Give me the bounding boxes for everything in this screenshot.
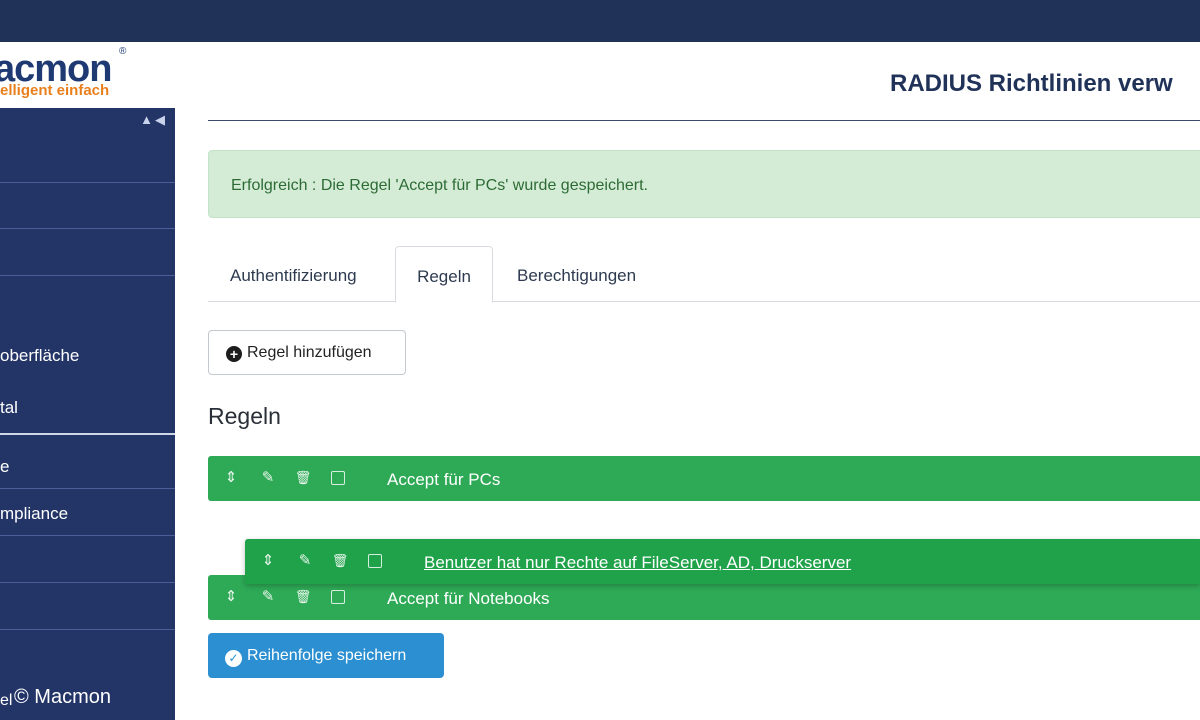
page-title: RADIUS Richtlinien verw (890, 70, 1173, 97)
logo-registered-mark: ® (119, 46, 127, 57)
copyright-watermark: © Macmon (14, 686, 111, 708)
delete-icon[interactable]: 🗑 (331, 552, 349, 570)
sidebar-item-compliance[interactable]: mpliance (0, 504, 175, 524)
delete-icon[interactable]: 🗑 (294, 469, 312, 487)
tab-authentifizierung[interactable]: Authentifizierung (230, 246, 357, 302)
sidebar-divider (0, 433, 175, 435)
save-order-label: Reihenfolge speichern (247, 647, 407, 664)
delete-icon[interactable]: 🗑 (294, 588, 312, 606)
rule-label: Accept für PCs (387, 470, 501, 489)
check-circle-icon: ✓ (225, 650, 242, 667)
rule-row-dragging[interactable]: ⇕ ✎ 🗑 Benutzer hat nur Rechte auf FileSe… (245, 539, 1200, 584)
rule-checkbox[interactable] (331, 590, 345, 604)
sidebar-divider (0, 582, 175, 583)
macmon-logo[interactable]: acmon ® elligent einfach (0, 46, 175, 106)
rule-checkbox[interactable] (368, 554, 382, 568)
sidebar-divider (0, 182, 175, 183)
sort-icon[interactable]: ⇕ (222, 588, 240, 606)
tab-berechtigungen[interactable]: Berechtigungen (517, 246, 636, 302)
tab-bar: Authentifizierung Regeln Berechtigungen (208, 246, 1200, 303)
edit-icon[interactable]: ✎ (259, 469, 277, 487)
sidebar-divider (0, 535, 175, 536)
rule-row[interactable]: ⇕ ✎ 🗑 Accept für PCs (208, 456, 1200, 501)
sidebar-collapse-icon[interactable]: ▲◀ (140, 112, 167, 128)
sort-icon[interactable]: ⇕ (222, 469, 240, 487)
edit-icon[interactable]: ✎ (296, 552, 314, 570)
alert-text: Erfolgreich : Die Regel 'Accept für PCs'… (231, 177, 648, 194)
sidebar: ▲◀ oberfläche tal e mpliance (0, 108, 175, 720)
rule-label: Accept für Notebooks (387, 589, 550, 608)
tab-regeln[interactable]: Regeln (395, 246, 493, 303)
sidebar-divider (0, 488, 175, 489)
top-bar (0, 0, 1200, 42)
title-divider (208, 120, 1200, 121)
add-rule-label: Regel hinzufügen (247, 344, 372, 361)
sidebar-item-oberflaeche[interactable]: oberfläche (0, 346, 175, 366)
plus-circle-icon: + (226, 346, 242, 362)
sidebar-divider (0, 629, 175, 630)
sidebar-item-el[interactable]: el (0, 692, 12, 710)
add-rule-button[interactable]: + Regel hinzufügen (208, 330, 406, 375)
rule-checkbox[interactable] (331, 471, 345, 485)
section-title: Regeln (208, 403, 281, 429)
sidebar-divider (0, 228, 175, 229)
sidebar-divider (0, 275, 175, 276)
logo-tagline: elligent einfach (0, 82, 110, 99)
success-alert: Erfolgreich : Die Regel 'Accept für PCs'… (208, 150, 1200, 218)
rule-label[interactable]: Benutzer hat nur Rechte auf FileServer, … (424, 553, 851, 573)
sort-icon[interactable]: ⇕ (259, 552, 277, 570)
sidebar-item-e[interactable]: e (0, 457, 175, 477)
save-order-button[interactable]: ✓ Reihenfolge speichern (208, 633, 444, 678)
sidebar-item-tal[interactable]: tal (0, 398, 175, 418)
edit-icon[interactable]: ✎ (259, 588, 277, 606)
